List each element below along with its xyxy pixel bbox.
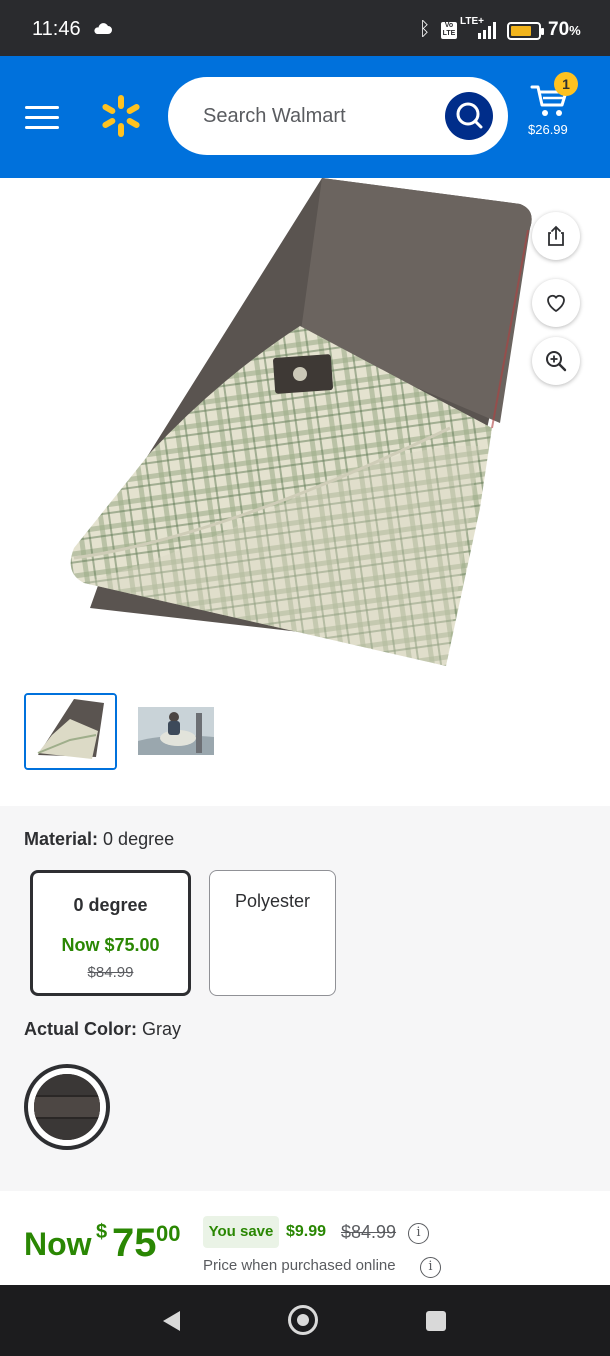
cloud-icon <box>94 23 112 34</box>
variant-was-price: $84.99 <box>87 964 134 981</box>
variant-name: Polyester <box>234 891 311 911</box>
share-icon <box>548 225 564 246</box>
share-button[interactable] <box>532 212 580 260</box>
recent-apps-icon[interactable] <box>426 1311 446 1331</box>
search-icon <box>456 102 483 129</box>
search-bar <box>168 77 508 155</box>
back-icon[interactable] <box>160 1309 182 1333</box>
color-heading: Actual Color: Gray <box>24 1019 182 1039</box>
thumbnail-strip <box>0 683 610 806</box>
variant-now-price: Now $75.00 <box>61 935 160 955</box>
battery-icon <box>507 22 544 40</box>
favorite-button[interactable] <box>532 279 580 327</box>
cart-count-badge: 1 <box>554 72 578 96</box>
zoom-button[interactable] <box>532 337 580 385</box>
app-header: 1 $26.99 <box>0 56 610 178</box>
system-navigation-bar <box>0 1285 610 1356</box>
signal-icon <box>478 22 496 39</box>
zoom-in-icon <box>546 351 567 372</box>
product-image <box>70 178 532 666</box>
battery-percent: 70% <box>548 19 581 40</box>
you-save-badge: You save <box>203 1216 279 1248</box>
product-image-viewer[interactable] <box>0 178 610 683</box>
variant-selector: Material: 0 degree 0 degree Now $75.00 $… <box>0 806 610 1191</box>
swatch-image <box>34 1074 100 1140</box>
thumbnail-image <box>138 693 214 770</box>
thumbnail-image <box>26 695 115 768</box>
info-icon[interactable]: i <box>408 1223 429 1244</box>
variant-option-polyester[interactable]: Polyester <box>209 870 336 996</box>
home-icon[interactable] <box>288 1305 318 1335</box>
cart-total: $26.99 <box>528 122 568 137</box>
online-price-note: Price when purchased online <box>203 1257 396 1274</box>
bluetooth-icon: ᛒ <box>419 19 431 40</box>
cart-button[interactable]: 1 $26.99 <box>522 72 582 148</box>
status-time: 11:46 <box>32 18 81 40</box>
variant-name: 0 degree <box>73 895 148 915</box>
menu-icon[interactable] <box>25 106 59 130</box>
price-summary: Now $ 75 00 You save $9.99 $84.99 i Pric… <box>0 1191 610 1285</box>
variant-option-0-degree[interactable]: 0 degree Now $75.00 $84.99 <box>30 870 191 996</box>
save-amount: $9.99 <box>286 1223 327 1240</box>
color-swatch-gray[interactable] <box>24 1064 110 1150</box>
search-input[interactable] <box>203 99 443 133</box>
thumbnail-sleeping-bag[interactable] <box>24 693 117 770</box>
info-icon[interactable]: i <box>420 1257 441 1278</box>
now-label: Now <box>24 1226 92 1262</box>
material-heading: Material: 0 degree <box>24 829 175 849</box>
search-button[interactable] <box>445 92 493 140</box>
status-bar: 11:46 ᛒ Vo LTE LTE+ 70% <box>0 0 610 56</box>
walmart-spark-logo[interactable] <box>99 94 143 138</box>
was-price: $84.99 <box>341 1222 397 1242</box>
thumbnail-lifestyle[interactable] <box>138 693 231 770</box>
heart-icon <box>547 294 565 313</box>
battery-fill <box>511 26 531 36</box>
volte-icon: Vo LTE <box>441 22 457 39</box>
